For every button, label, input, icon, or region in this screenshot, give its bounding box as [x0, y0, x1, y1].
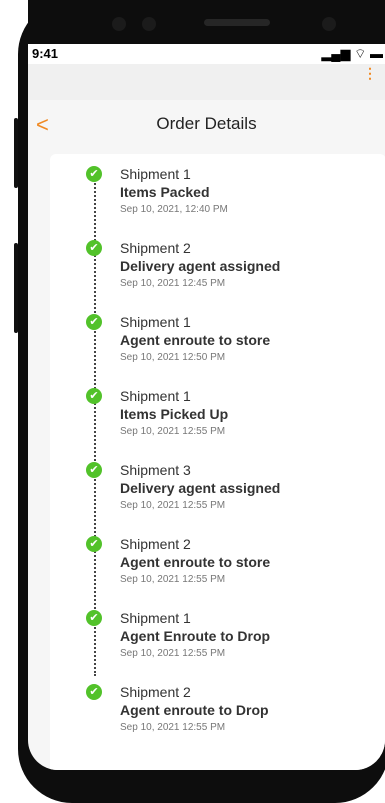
- event-timestamp: Sep 10, 2021 12:45 PM: [120, 278, 226, 289]
- check-icon: ✔: [86, 166, 102, 182]
- event-timestamp: Sep 10, 2021 12:55 PM: [120, 500, 226, 511]
- shipment-label: Shipment 3: [120, 462, 191, 478]
- event-status: Delivery agent assigned: [120, 258, 281, 274]
- timeline-event: ✔ Shipment 1 Items Picked Up Sep 10, 2021 1…: [50, 386, 385, 460]
- event-status: Delivery agent assigned: [120, 480, 281, 496]
- event-status: Agent enroute to store: [120, 332, 271, 348]
- timeline-event: ✔ Shipment 2 Delivery agent assigned Sep 10…: [50, 238, 385, 312]
- timeline-event: ✔ Shipment 1 Items Packed Sep 10, 2021, 12:…: [50, 164, 385, 238]
- shipment-label: Shipment 1: [120, 166, 191, 182]
- check-icon: ✔: [86, 684, 102, 700]
- phone-topbar: [28, 0, 385, 44]
- shipment-label: Shipment 2: [120, 684, 191, 700]
- timeline-event: ✔ Shipment 1 Agent enroute to store Sep 10,…: [50, 312, 385, 386]
- check-icon: ✔: [86, 388, 102, 404]
- phone-speaker: [204, 19, 270, 26]
- shipment-label: Shipment 1: [120, 388, 191, 404]
- event-status: Items Picked Up: [120, 406, 229, 422]
- camera-sensor: [142, 17, 156, 31]
- app-top-bar: ⋮: [28, 64, 385, 100]
- timeline-event: ✔ Shipment 2 Agent enroute to store Sep 10,…: [50, 534, 385, 608]
- shipment-label: Shipment 1: [120, 314, 191, 330]
- status-time: 9:41: [32, 46, 59, 61]
- timeline-event: ✔ Shipment 2 Agent enroute to Drop Sep 10, …: [50, 682, 385, 756]
- phone-side-button: [14, 243, 18, 333]
- check-icon: ✔: [86, 610, 102, 626]
- event-timestamp: Sep 10, 2021 12:55 PM: [120, 574, 226, 585]
- event-timestamp: Sep 10, 2021 12:55 PM: [120, 426, 226, 437]
- status-bar: 9:41 ▂▄▆ ⌔ ▬: [28, 44, 385, 64]
- signal-icon: ▂▄▆: [321, 46, 351, 61]
- check-icon: ✔: [86, 462, 102, 478]
- battery-icon: ▬: [370, 46, 383, 61]
- event-status: Agent enroute to Drop: [120, 702, 269, 718]
- event-timestamp: Sep 10, 2021, 12:40 PM: [120, 204, 228, 215]
- event-status: Agent enroute to store: [120, 554, 271, 570]
- shipment-label: Shipment 2: [120, 536, 191, 552]
- event-timestamp: Sep 10, 2021 12:50 PM: [120, 352, 226, 363]
- shipment-label: Shipment 2: [120, 240, 191, 256]
- camera-sensor: [322, 17, 336, 31]
- event-status: Items Packed: [120, 184, 210, 200]
- check-icon: ✔: [86, 240, 102, 256]
- event-timestamp: Sep 10, 2021 12:55 PM: [120, 722, 226, 733]
- event-timestamp: Sep 10, 2021 12:55 PM: [120, 648, 226, 659]
- page-header: < Order Details: [28, 100, 385, 150]
- phone-side-button: [14, 118, 18, 188]
- timeline: ✔ Shipment 1 Items Packed Sep 10, 2021, 12:…: [50, 154, 385, 770]
- timeline-event: ✔ Shipment 3 Delivery agent assigned Sep 10…: [50, 460, 385, 534]
- wifi-icon: ⌔: [354, 46, 370, 61]
- check-icon: ✔: [86, 536, 102, 552]
- timeline-event: ✔ Shipment 1 Agent Enroute to Drop Sep 10, …: [50, 608, 385, 682]
- page-title: Order Details: [156, 114, 257, 133]
- status-icons: ▂▄▆ ⌔ ▬: [321, 46, 383, 62]
- check-icon: ✔: [86, 314, 102, 330]
- app-screen: 9:41 ▂▄▆ ⌔ ▬ ⋮ < Order Details ✔ Shipment…: [28, 0, 385, 770]
- event-status: Agent Enroute to Drop: [120, 628, 271, 644]
- shipment-label: Shipment 1: [120, 610, 191, 626]
- order-timeline-card: ✔ Shipment 1 Items Packed Sep 10, 2021, 12:…: [50, 154, 385, 770]
- more-options-icon[interactable]: ⋮: [363, 66, 377, 80]
- camera-sensor: [112, 17, 126, 31]
